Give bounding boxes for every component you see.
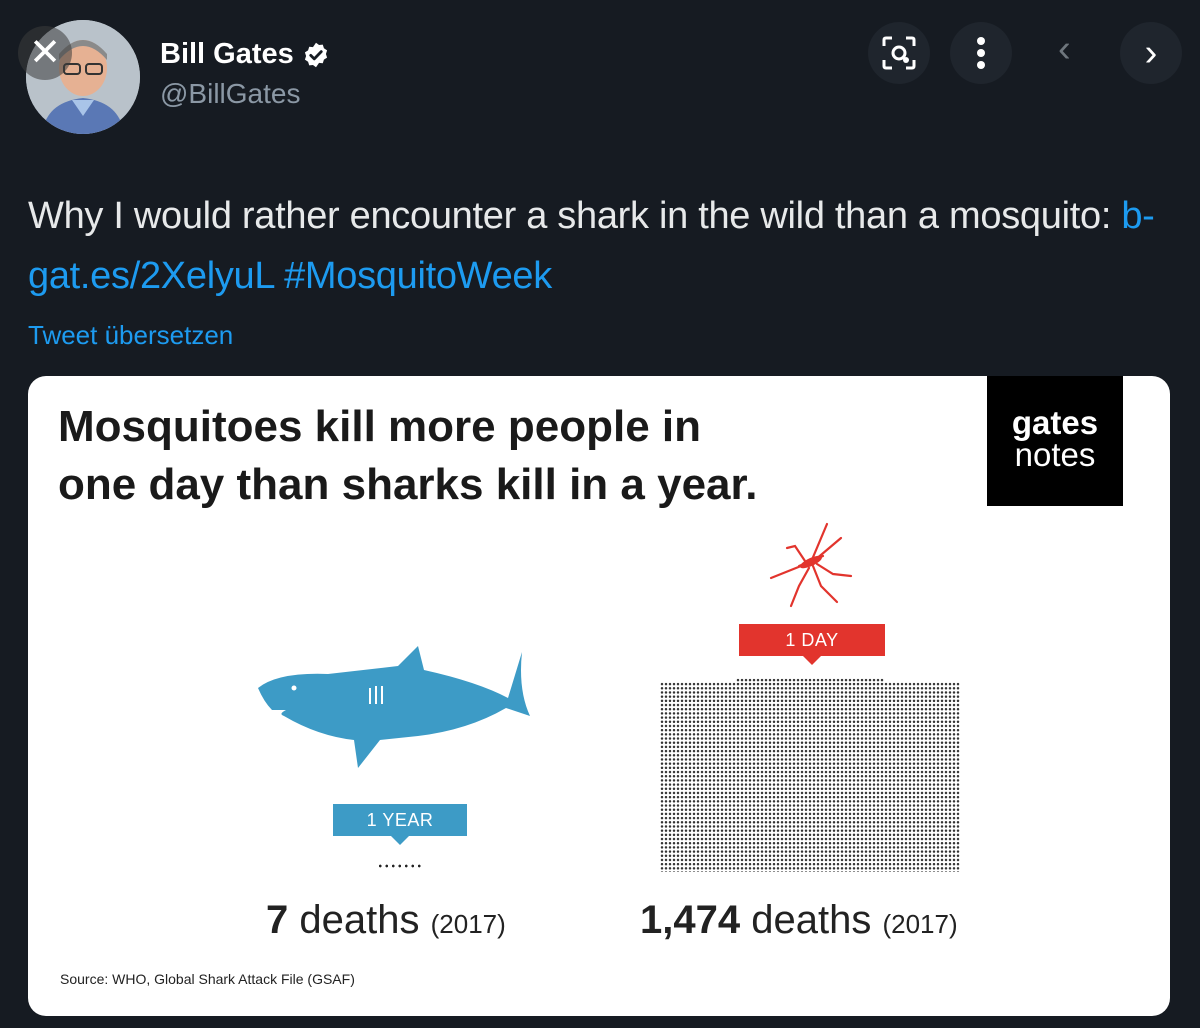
lens-icon xyxy=(882,36,916,70)
hashtag-link[interactable]: #MosquitoWeek xyxy=(284,255,552,297)
shark-deaths-label: 7 deaths (2017) xyxy=(266,898,506,942)
shark-period-tag: 1 YEAR xyxy=(333,804,467,845)
more-button[interactable] xyxy=(950,22,1012,84)
mosquito-period-tag: 1 DAY xyxy=(739,624,885,665)
verified-badge-icon xyxy=(304,42,327,67)
tweet-media-card[interactable]: Mosquitoes kill more people in one day t… xyxy=(28,376,1170,1016)
close-button[interactable]: ✕ xyxy=(18,26,72,80)
translate-tweet-link[interactable]: Tweet übersetzen xyxy=(28,320,233,351)
source-note: Source: WHO, Global Shark Attack File (G… xyxy=(60,971,355,987)
user-handle[interactable]: @BillGates xyxy=(160,78,300,110)
shark-deaths-dots xyxy=(377,863,423,869)
lens-button[interactable] xyxy=(868,22,930,84)
next-button[interactable]: › xyxy=(1120,22,1182,84)
chevron-right-icon: › xyxy=(1144,31,1158,74)
previous-button[interactable]: ‹ xyxy=(1058,30,1071,68)
mosquito-deaths-label: 1,474 deaths (2017) xyxy=(640,898,958,942)
infographic-headline: Mosquitoes kill more people in one day t… xyxy=(58,402,758,509)
shark-icon xyxy=(258,646,530,768)
chevron-left-icon: ‹ xyxy=(1058,28,1071,70)
display-name[interactable]: Bill Gates xyxy=(160,38,330,71)
close-icon: ✕ xyxy=(29,32,61,74)
mosquito-deaths-dots xyxy=(660,682,960,872)
gates-notes-logo: gates notes xyxy=(987,376,1123,506)
mosquito-icon xyxy=(769,522,853,608)
tweet-text: Why I would rather encounter a shark in … xyxy=(28,195,1155,297)
more-icon xyxy=(977,37,985,69)
